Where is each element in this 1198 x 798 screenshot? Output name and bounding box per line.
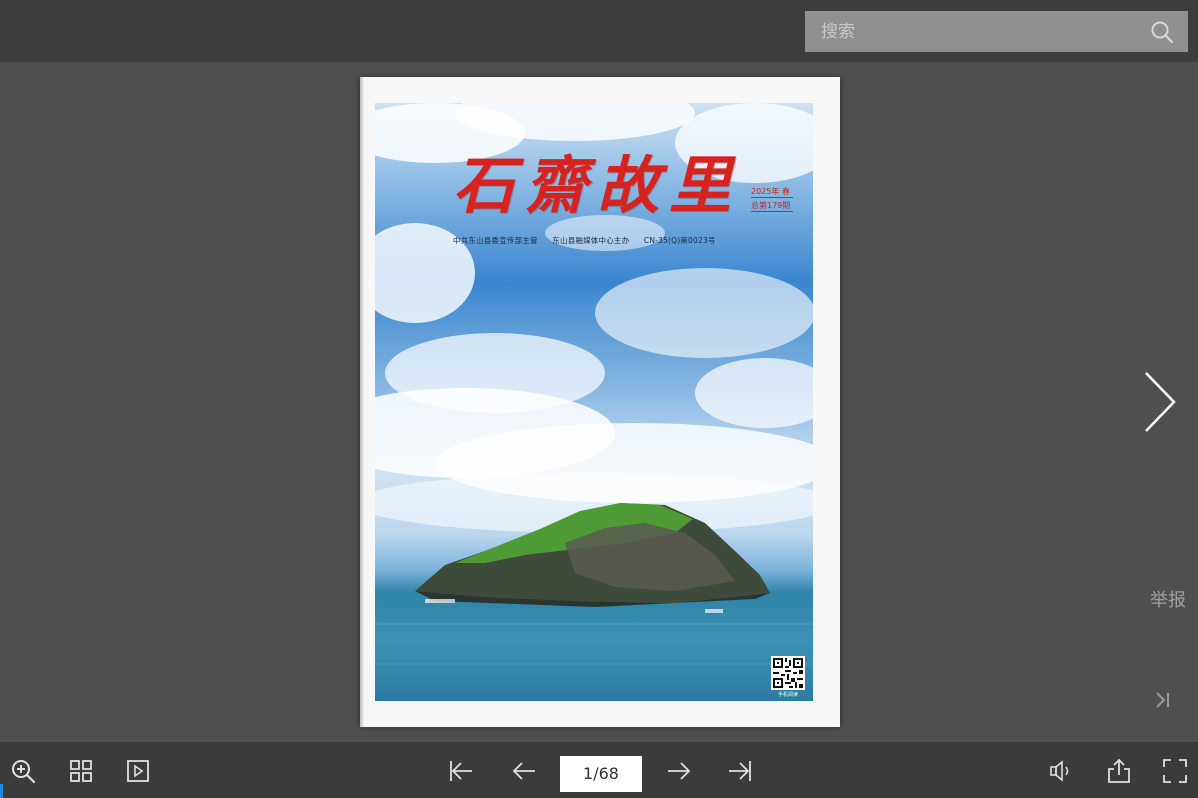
page-spine [360, 77, 364, 727]
page-indicator[interactable]: 1/68 [560, 756, 642, 792]
issue-date: 2025年 春 [751, 187, 793, 198]
share-icon[interactable] [1106, 758, 1132, 784]
qr-caption: 手机阅读 [777, 692, 798, 698]
skip-to-end-icon[interactable] [1152, 689, 1174, 711]
autoplay-icon[interactable] [125, 758, 151, 784]
credit-sponsor: 中共东山县委宣传部主管 [453, 236, 538, 245]
publisher-credits: 中共东山县委宣传部主管 东山县融媒体中心主办 CN-35(Q)第0023号 [453, 235, 793, 246]
qr-code [771, 656, 805, 690]
top-bar [0, 0, 1198, 62]
chevron-right-icon[interactable] [1140, 367, 1180, 437]
next-page-icon[interactable] [666, 758, 692, 784]
sound-icon[interactable] [1048, 758, 1074, 784]
reader-stage: 石齋故里 2025年 春 总第179期 中共东山县委宣传部主管 东山县融媒体中心… [0, 62, 1198, 742]
thumbnails-icon[interactable] [68, 758, 94, 784]
magazine-title: 石齋故里 [453, 149, 742, 222]
issue-info: 2025年 春 总第179期 [751, 187, 793, 215]
cover-image: 石齋故里 2025年 春 总第179期 中共东山县委宣传部主管 东山县融媒体中心… [375, 103, 813, 701]
credit-license: CN-35(Q)第0023号 [643, 236, 716, 245]
magazine-page[interactable]: 石齋故里 2025年 春 总第179期 中共东山县委宣传部主管 东山县融媒体中心… [360, 77, 840, 727]
report-link[interactable]: 举报 [1150, 586, 1186, 612]
search-icon[interactable] [1150, 20, 1174, 44]
issue-number: 总第179期 [751, 201, 793, 212]
search-box[interactable] [805, 11, 1188, 52]
fullscreen-icon[interactable] [1162, 758, 1188, 784]
zoom-in-icon[interactable] [10, 758, 36, 784]
bottom-toolbar: 1/68 [0, 742, 1198, 798]
last-page-icon[interactable] [727, 758, 753, 784]
search-input[interactable] [805, 11, 1135, 52]
first-page-icon[interactable] [448, 758, 474, 784]
accent-marker [0, 784, 3, 798]
prev-page-icon[interactable] [511, 758, 537, 784]
credit-publisher: 东山县融媒体中心主办 [552, 236, 630, 245]
